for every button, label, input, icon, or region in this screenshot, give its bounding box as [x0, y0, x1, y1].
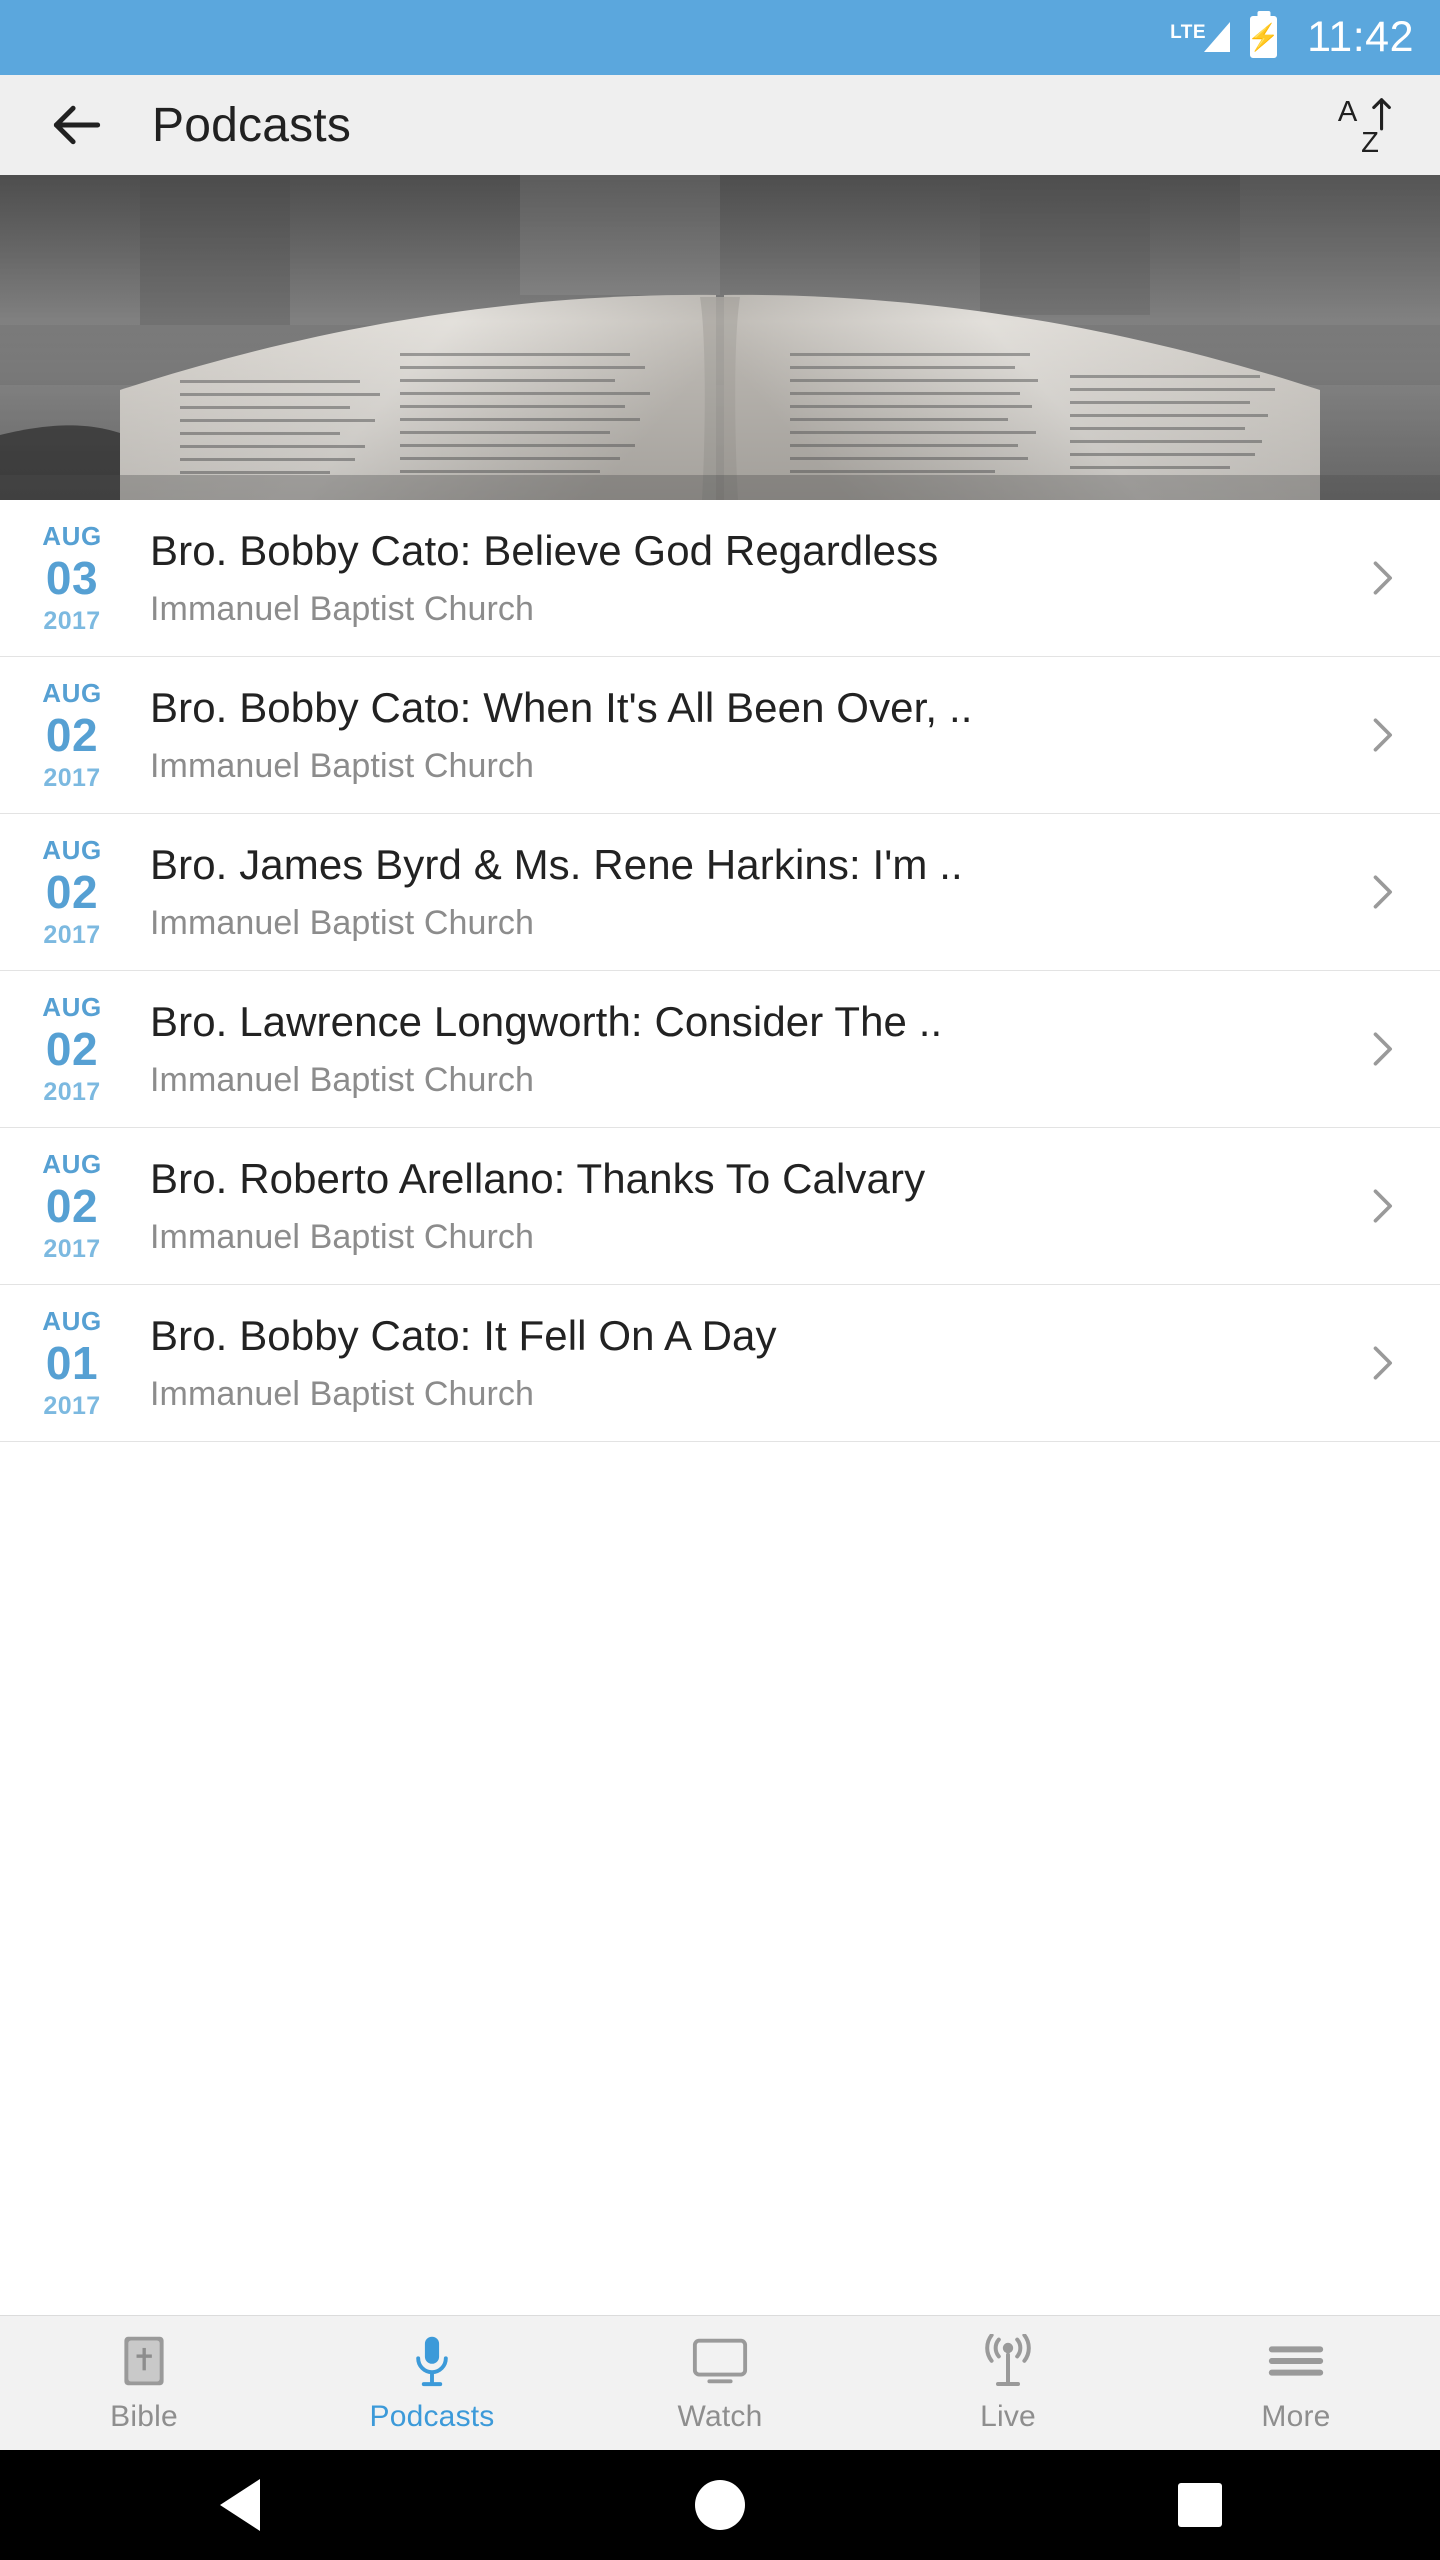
date-year: 2017 [43, 920, 101, 949]
date-year: 2017 [43, 606, 101, 635]
episode-subtitle: Immanuel Baptist Church [150, 904, 535, 942]
episode-subtitle: Immanuel Baptist Church [150, 1218, 535, 1256]
episode-date: AUG 02 2017 [22, 837, 122, 948]
episode-text: Bro. Bobby Cato: It Fell On A Day Immanu… [122, 1312, 1356, 1414]
back-arrow-icon[interactable] [46, 94, 108, 156]
episode-date: AUG 03 2017 [22, 523, 122, 634]
app-bar: Podcasts A Z [0, 75, 1440, 175]
list-item[interactable]: AUG 03 2017 Bro. Bobby Cato: Believe God… [0, 500, 1440, 657]
network-indicator: LTE [1170, 16, 1231, 60]
date-month: AUG [42, 834, 102, 865]
date-year: 2017 [43, 1077, 101, 1106]
tab-label: Watch [677, 2400, 763, 2433]
hamburger-menu-icon [1267, 2332, 1325, 2390]
episode-text: Bro. Roberto Arellano: Thanks To Calvary… [122, 1155, 1356, 1257]
bottom-tab-bar: Bible Podcasts Watch Live More [0, 2315, 1440, 2450]
episode-subtitle: Immanuel Baptist Church [150, 590, 535, 628]
lte-label: LTE [1170, 21, 1207, 43]
broadcast-tower-icon [980, 2332, 1036, 2390]
sort-az-icon[interactable]: A Z [1332, 90, 1402, 160]
battery-charging-icon: ⚡ [1247, 15, 1280, 58]
bible-book-icon [119, 2332, 169, 2390]
chevron-right-icon[interactable] [1356, 1184, 1406, 1228]
svg-text:Z: Z [1361, 127, 1379, 158]
android-nav-bar [0, 2450, 1440, 2560]
episode-title: Bro. Bobby Cato: Believe God Regardless [150, 527, 939, 574]
android-recents-icon[interactable] [1100, 2450, 1300, 2560]
episode-title: Bro. James Byrd & Ms. Rene Harkins: I'm … [150, 841, 963, 888]
tab-label: Podcasts [369, 2400, 495, 2433]
android-home-icon[interactable] [620, 2450, 820, 2560]
podcast-list[interactable]: AUG 03 2017 Bro. Bobby Cato: Believe God… [0, 500, 1440, 2315]
microphone-icon [411, 2332, 453, 2390]
chevron-right-icon[interactable] [1356, 870, 1406, 914]
episode-title: Bro. Roberto Arellano: Thanks To Calvary [150, 1155, 926, 1202]
monitor-icon [691, 2332, 749, 2390]
tab-label: Bible [110, 2400, 178, 2433]
list-item[interactable]: AUG 01 2017 Bro. Bobby Cato: It Fell On … [0, 1285, 1440, 1442]
date-month: AUG [42, 520, 102, 551]
episode-date: AUG 02 2017 [22, 994, 122, 1105]
chevron-right-icon[interactable] [1356, 1341, 1406, 1385]
status-bar-clock: 11:42 [1307, 13, 1414, 61]
episode-title: Bro. Bobby Cato: It Fell On A Day [150, 1312, 777, 1359]
charging-bolt-icon: ⚡ [1247, 21, 1280, 52]
list-item[interactable]: AUG 02 2017 Bro. Bobby Cato: When It's A… [0, 657, 1440, 814]
chevron-right-icon[interactable] [1356, 556, 1406, 600]
episode-date: AUG 02 2017 [22, 1151, 122, 1262]
date-month: AUG [42, 991, 102, 1022]
tab-live[interactable]: Live [864, 2316, 1152, 2450]
list-item[interactable]: AUG 02 2017 Bro. Roberto Arellano: Thank… [0, 1128, 1440, 1285]
android-back-icon[interactable] [140, 2450, 340, 2560]
date-day: 02 [45, 1179, 99, 1232]
tab-label: Live [980, 2400, 1036, 2433]
date-day: 02 [45, 708, 99, 761]
list-item[interactable]: AUG 02 2017 Bro. Lawrence Longworth: Con… [0, 971, 1440, 1128]
chevron-right-icon[interactable] [1356, 1027, 1406, 1071]
date-month: AUG [42, 1305, 102, 1336]
tab-watch[interactable]: Watch [576, 2316, 864, 2450]
status-bar: LTE ⚡ 11:42 [0, 0, 1440, 75]
date-year: 2017 [43, 1391, 101, 1420]
hero-image [0, 175, 1440, 500]
tab-label: More [1261, 2400, 1331, 2433]
tab-bible[interactable]: Bible [0, 2316, 288, 2450]
date-day: 02 [45, 865, 99, 918]
episode-date: AUG 02 2017 [22, 680, 122, 791]
episode-title: Bro. Lawrence Longworth: Consider The .. [150, 998, 943, 1045]
list-item[interactable]: AUG 02 2017 Bro. James Byrd & Ms. Rene H… [0, 814, 1440, 971]
episode-title: Bro. Bobby Cato: When It's All Been Over… [150, 684, 973, 731]
episode-subtitle: Immanuel Baptist Church [150, 747, 535, 785]
date-day: 01 [45, 1336, 99, 1389]
episode-text: Bro. James Byrd & Ms. Rene Harkins: I'm … [122, 841, 1356, 943]
episode-subtitle: Immanuel Baptist Church [150, 1061, 535, 1099]
date-day: 02 [45, 1022, 99, 1075]
signal-triangle-icon [1204, 21, 1231, 52]
page-title: Podcasts [152, 98, 352, 152]
tab-more[interactable]: More [1152, 2316, 1440, 2450]
episode-subtitle: Immanuel Baptist Church [150, 1375, 535, 1413]
date-day: 03 [45, 551, 99, 604]
open-bible-photo [0, 175, 1440, 500]
date-year: 2017 [43, 763, 101, 792]
date-month: AUG [42, 1148, 102, 1179]
svg-text:A: A [1338, 96, 1358, 128]
chevron-right-icon[interactable] [1356, 713, 1406, 757]
episode-text: Bro. Bobby Cato: Believe God Regardless … [122, 527, 1356, 629]
episode-text: Bro. Lawrence Longworth: Consider The ..… [122, 998, 1356, 1100]
phone-screen: LTE ⚡ 11:42 Podcasts A Z AUG 03 2017 Bro… [0, 0, 1440, 2560]
episode-text: Bro. Bobby Cato: When It's All Been Over… [122, 684, 1356, 786]
date-month: AUG [42, 677, 102, 708]
episode-date: AUG 01 2017 [22, 1308, 122, 1419]
tab-podcasts[interactable]: Podcasts [288, 2316, 576, 2450]
date-year: 2017 [43, 1234, 101, 1263]
